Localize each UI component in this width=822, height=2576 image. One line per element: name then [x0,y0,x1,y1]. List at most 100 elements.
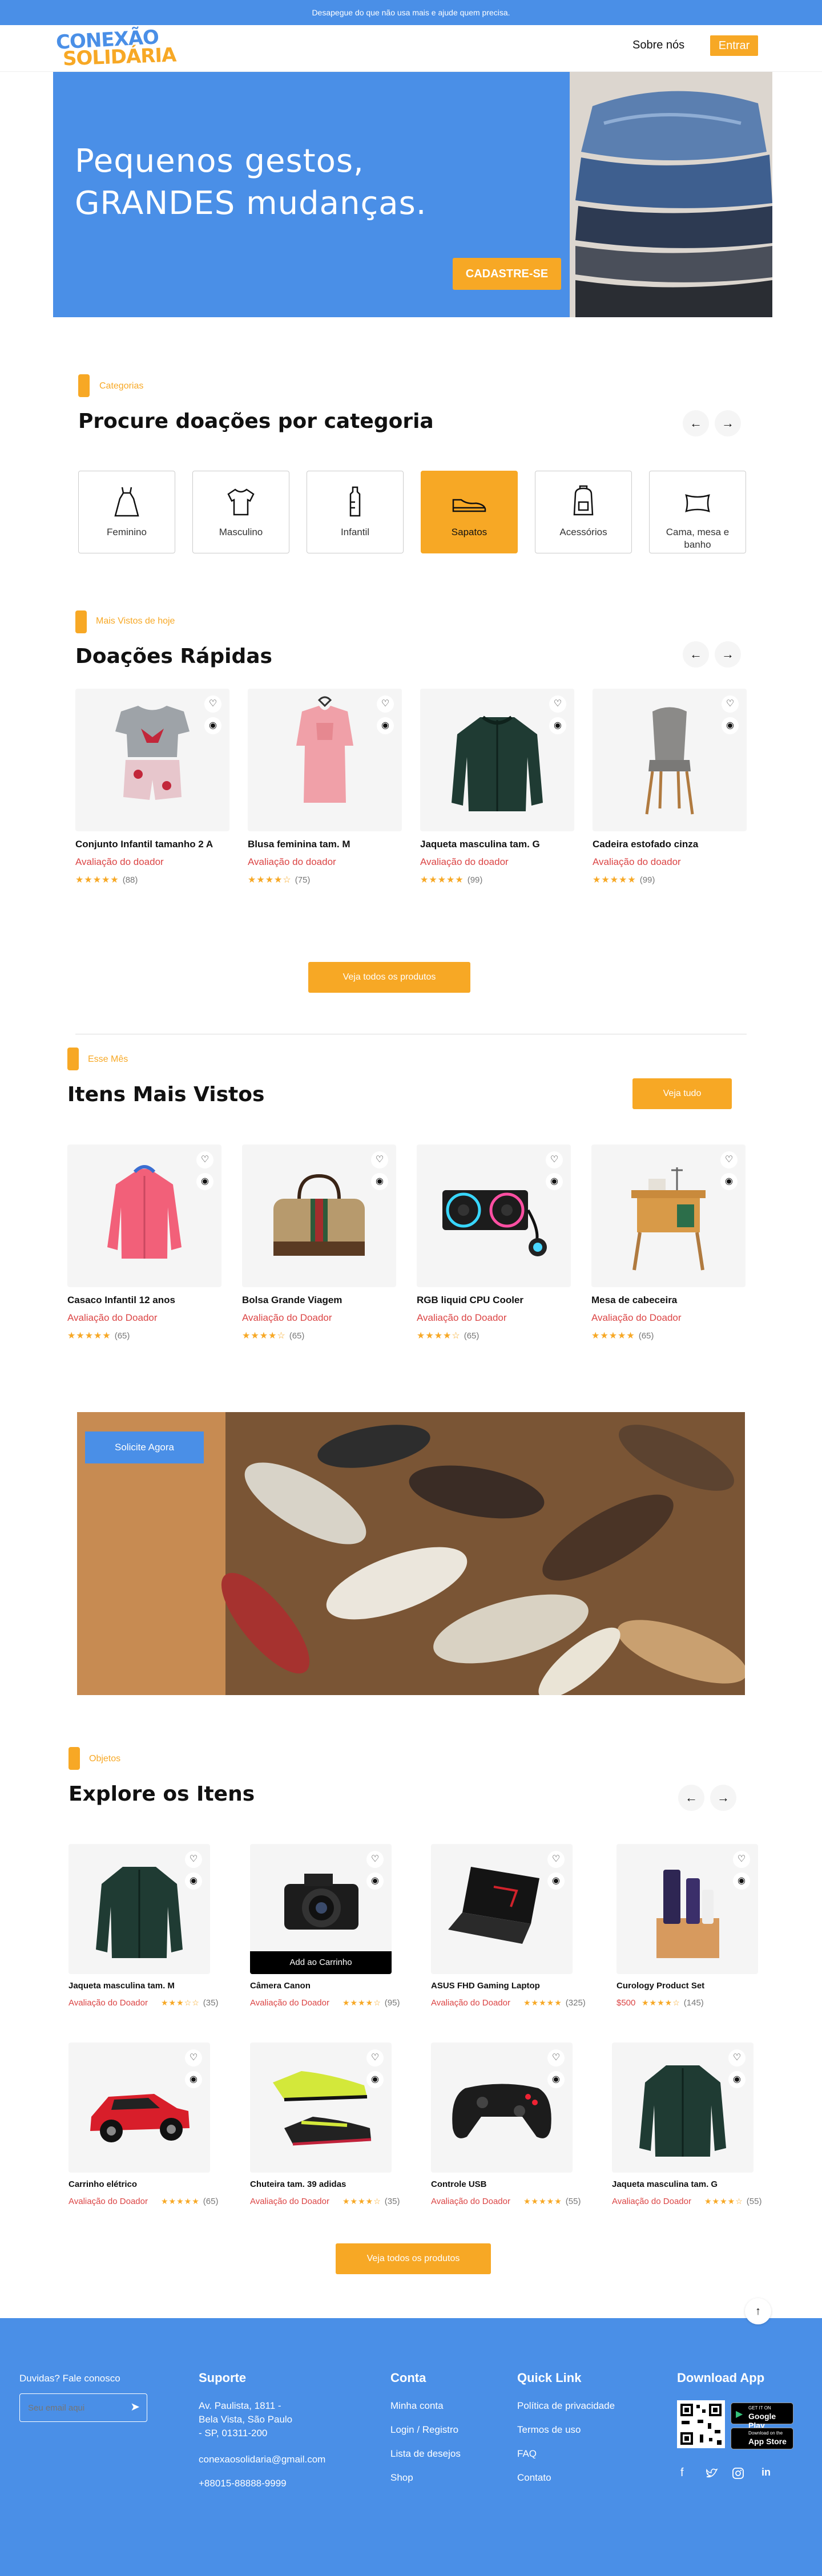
section-tag: Objetos [89,1754,121,1764]
wishlist-button[interactable]: ♡ [720,1151,738,1168]
footer-link-login[interactable]: Login / Registro [390,2423,458,2437]
category-cama-mesa-banho[interactable]: Cama, mesa e banho [649,471,746,553]
star-icons: ★★★★★ [523,1998,562,2007]
quick-view-button[interactable]: ◉ [185,2071,202,2088]
eye-icon: ◉ [725,1176,733,1186]
wishlist-button[interactable]: ♡ [185,2049,202,2067]
footer-link-contact[interactable]: Contato [517,2471,551,2485]
product-name[interactable]: Jaqueta masculina tam. G [612,2179,718,2189]
section-title: Doações Rápidas [75,645,272,668]
wishlist-button[interactable]: ♡ [366,2049,384,2067]
quick-view-button[interactable]: ◉ [371,1173,388,1190]
product-name[interactable]: Mesa de cabeceira [591,1295,677,1306]
product-name[interactable]: Carrinho elétrico [68,2179,137,2189]
app-store-button[interactable]: Download on the App Store [731,2428,793,2449]
qr-code-icon[interactable] [677,2400,725,2448]
wishlist-button[interactable]: ♡ [204,695,221,713]
rating-stars: ★★★★☆ (35) [342,2197,400,2206]
product-name[interactable]: Controle USB [431,2179,487,2189]
next-arrow-button[interactable]: → [715,641,741,668]
product-name[interactable]: Curology Product Set [616,1981,704,1991]
email-input[interactable] [28,2401,119,2415]
wishlist-button[interactable]: ♡ [733,1851,750,1868]
product-name[interactable]: Jaqueta masculina tam. M [68,1981,175,1991]
rating-count: (35) [203,1998,219,2008]
nav-link-about[interactable]: Sobre nós [632,39,684,52]
quick-view-button[interactable]: ◉ [366,1873,384,1890]
product-name[interactable]: Bolsa Grande Viagem [242,1295,342,1306]
prev-arrow-button[interactable]: ← [683,641,709,668]
wishlist-button[interactable]: ♡ [728,2049,746,2067]
linkedin-icon[interactable]: in [761,2466,771,2478]
footer-link-shop[interactable]: Shop [390,2471,413,2485]
quick-view-button[interactable]: ◉ [546,1173,563,1190]
category-sapatos[interactable]: Sapatos [421,471,518,553]
twitter-icon[interactable] [706,2468,718,2479]
product-name[interactable]: Conjunto Infantil tamanho 2 A [75,839,213,850]
rating-stars: ★★★☆☆ (35) [161,1998,218,2008]
view-all-products-button[interactable]: Veja todos os produtos [336,2243,491,2274]
next-arrow-button[interactable]: → [715,410,741,436]
category-masculino[interactable]: Masculino [192,471,289,553]
category-feminino[interactable]: Feminino [78,471,175,553]
heart-icon: ♡ [551,1854,561,1864]
site-logo[interactable]: CONEXÃO SOLIDÁRIA [53,26,176,70]
request-now-button[interactable]: Solicite Agora [85,1431,204,1463]
product-name[interactable]: Chuteira tam. 39 adidas [250,2179,346,2189]
prev-arrow-button[interactable]: ← [678,1785,704,1811]
footer-link-terms[interactable]: Termos de uso [517,2423,581,2437]
view-all-products-button[interactable]: Veja todos os produtos [308,962,470,993]
wishlist-button[interactable]: ♡ [547,2049,565,2067]
footer-link-account[interactable]: Minha conta [390,2399,444,2413]
quick-view-button[interactable]: ◉ [204,717,221,734]
product-name[interactable]: Blusa feminina tam. M [248,839,350,850]
category-acessorios[interactable]: Acessórios [535,471,632,553]
quick-view-button[interactable]: ◉ [728,2071,746,2088]
wishlist-button[interactable]: ♡ [366,1851,384,1868]
product-price: $500 [616,1998,636,2008]
facebook-icon[interactable]: f [680,2466,684,2480]
eye-icon: ◉ [190,1876,198,1886]
product-name[interactable]: Jaqueta masculina tam. G [420,839,540,850]
signup-button[interactable]: CADASTRE-SE [453,258,561,290]
wishlist-button[interactable]: ♡ [549,695,566,713]
wishlist-button[interactable]: ♡ [377,695,394,713]
footer-link-faq[interactable]: FAQ [517,2447,537,2461]
quick-view-button[interactable]: ◉ [722,717,739,734]
product-name[interactable]: RGB liquid CPU Cooler [417,1295,523,1306]
quick-view-button[interactable]: ◉ [366,2071,384,2088]
quick-view-button[interactable]: ◉ [377,717,394,734]
login-button[interactable]: Entrar [710,35,758,56]
contact-phone[interactable]: +88015-88888-9999 [199,2477,287,2490]
scroll-to-top-button[interactable]: ↑ [745,2298,771,2324]
view-all-button[interactable]: Veja tudo [632,1078,732,1109]
prev-arrow-button[interactable]: ← [683,410,709,436]
footer-link-wishlist[interactable]: Lista de desejos [390,2447,461,2461]
wishlist-button[interactable]: ♡ [185,1851,202,1868]
quick-view-button[interactable]: ◉ [720,1173,738,1190]
instagram-icon[interactable] [732,2467,744,2480]
quick-view-button[interactable]: ◉ [185,1873,202,1890]
quick-view-button[interactable]: ◉ [196,1173,213,1190]
product-name[interactable]: ASUS FHD Gaming Laptop [431,1981,540,1991]
wishlist-button[interactable]: ♡ [371,1151,388,1168]
category-infantil[interactable]: Infantil [307,471,404,553]
add-to-cart-button[interactable]: Add ao Carrinho [250,1951,392,1974]
footer-link-privacy[interactable]: Política de privacidade [517,2399,615,2413]
quick-view-button[interactable]: ◉ [733,1873,750,1890]
quick-view-button[interactable]: ◉ [547,2071,565,2088]
wishlist-button[interactable]: ♡ [546,1151,563,1168]
section-tag: Mais Vistos de hoje [96,616,175,626]
wishlist-button[interactable]: ♡ [722,695,739,713]
quick-view-button[interactable]: ◉ [549,717,566,734]
wishlist-button[interactable]: ♡ [547,1851,565,1868]
quick-view-button[interactable]: ◉ [547,1873,565,1890]
product-name[interactable]: Câmera Canon [250,1981,311,1991]
wishlist-button[interactable]: ♡ [196,1151,213,1168]
contact-email[interactable]: conexaosolidaria@gmail.com [199,2453,325,2466]
next-arrow-button[interactable]: → [710,1785,736,1811]
product-name[interactable]: Casaco Infantil 12 anos [67,1295,175,1306]
google-play-button[interactable]: ▶ GET IT ON Google Play [731,2403,793,2430]
send-icon[interactable]: ➤ [130,2400,140,2414]
product-name[interactable]: Cadeira estofado cinza [593,839,698,850]
